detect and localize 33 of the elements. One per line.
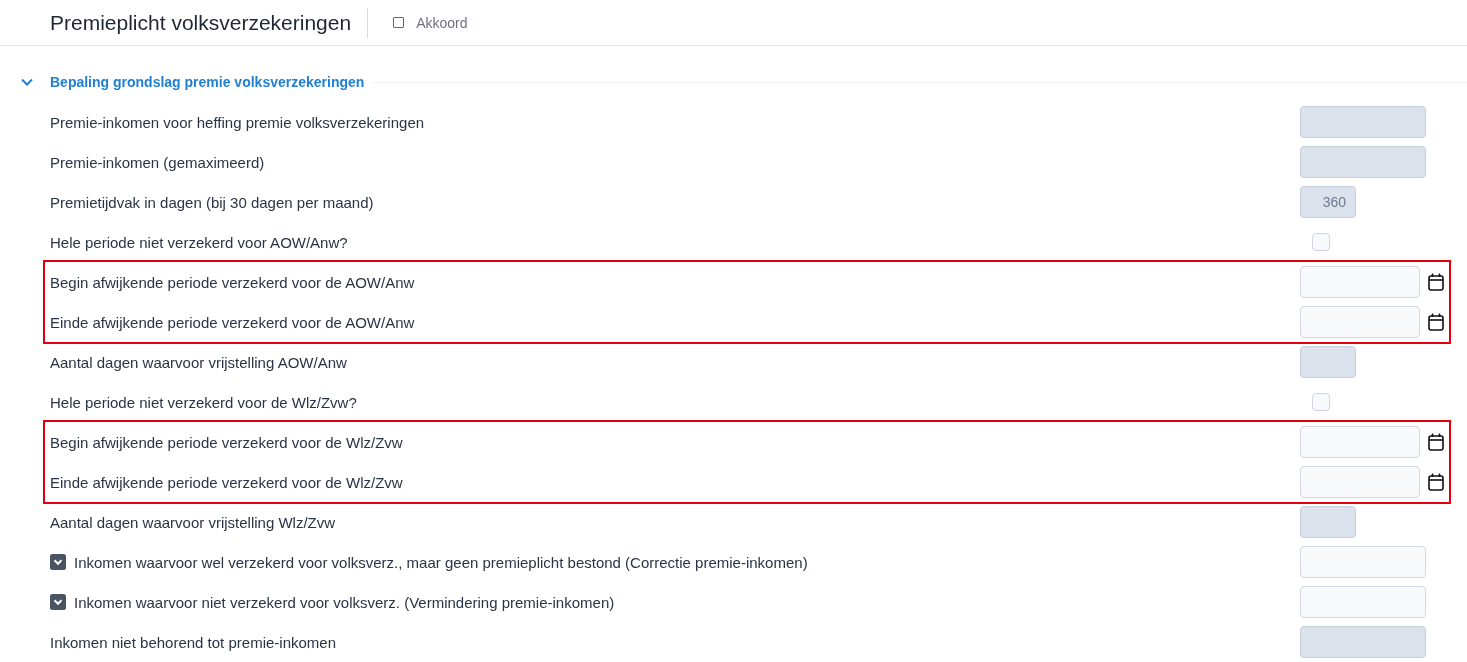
- calendar-icon[interactable]: [1428, 273, 1444, 291]
- field-label: Premietijdvak in dagen (bij 30 dagen per maand): [50, 193, 374, 211]
- page-title: Premieplicht volksverzekeringen: [50, 10, 352, 35]
- checkbox[interactable]: [1312, 393, 1330, 411]
- chevron-icon[interactable]: [21, 78, 33, 86]
- field-label: Begin afwijkende periode verzekerd voor de AOW/Anw: [50, 273, 415, 291]
- field-label: Hele periode niet verzekerd voor AOW/Anw?: [50, 233, 348, 251]
- chevron-square-icon[interactable]: [50, 594, 66, 610]
- field-label: Aantal dagen waarvoor vrijstelling Wlz/Zvw: [50, 513, 336, 531]
- date-field[interactable]: [1300, 426, 1420, 458]
- amount-field[interactable]: [1300, 586, 1426, 618]
- field-label: Begin afwijkende periode verzekerd voor de Wlz/Zvw: [50, 433, 403, 451]
- calendar-icon[interactable]: [1428, 313, 1444, 331]
- date-field[interactable]: [1300, 306, 1420, 338]
- field-label: Inkomen waarvoor niet verzekerd voor volksverz. (Vermindering premie-inkomen): [74, 593, 615, 611]
- field-label: Premie-inkomen voor heffing premie volksverzekeringen: [50, 113, 425, 131]
- field-label: Premie-inkomen (gemaximeerd): [50, 153, 265, 171]
- field-label: Einde afwijkende periode verzekerd voor de Wlz/Zvw: [50, 473, 403, 491]
- field-label: Einde afwijkende periode verzekerd voor de AOW/Anw: [50, 313, 415, 331]
- approval-checkbox[interactable]: [393, 17, 405, 28]
- field-label: Aantal dagen waarvoor vrijstelling AOW/Anw: [50, 353, 347, 371]
- chevron-square-icon[interactable]: [50, 554, 66, 570]
- calendar-icon[interactable]: [1428, 433, 1444, 451]
- date-field[interactable]: [1300, 266, 1420, 298]
- field-label: Inkomen waarvoor wel verzekerd voor volksverz., maar geen premieplicht bestond (Correctie premie-inkomen): [74, 553, 808, 571]
- field-label: Hele periode niet verzekerd voor de Wlz/Zvw?: [50, 393, 357, 411]
- approval-label: Akkoord: [416, 14, 468, 31]
- checkbox[interactable]: [1312, 233, 1330, 251]
- date-field[interactable]: [1300, 466, 1420, 498]
- section-title[interactable]: Bepaling grondslag premie volksverzekeringen: [50, 74, 365, 90]
- calendar-icon[interactable]: [1428, 473, 1444, 491]
- field-label: Inkomen niet behorend tot premie-inkomen: [50, 633, 336, 651]
- amount-field[interactable]: [1300, 546, 1426, 578]
